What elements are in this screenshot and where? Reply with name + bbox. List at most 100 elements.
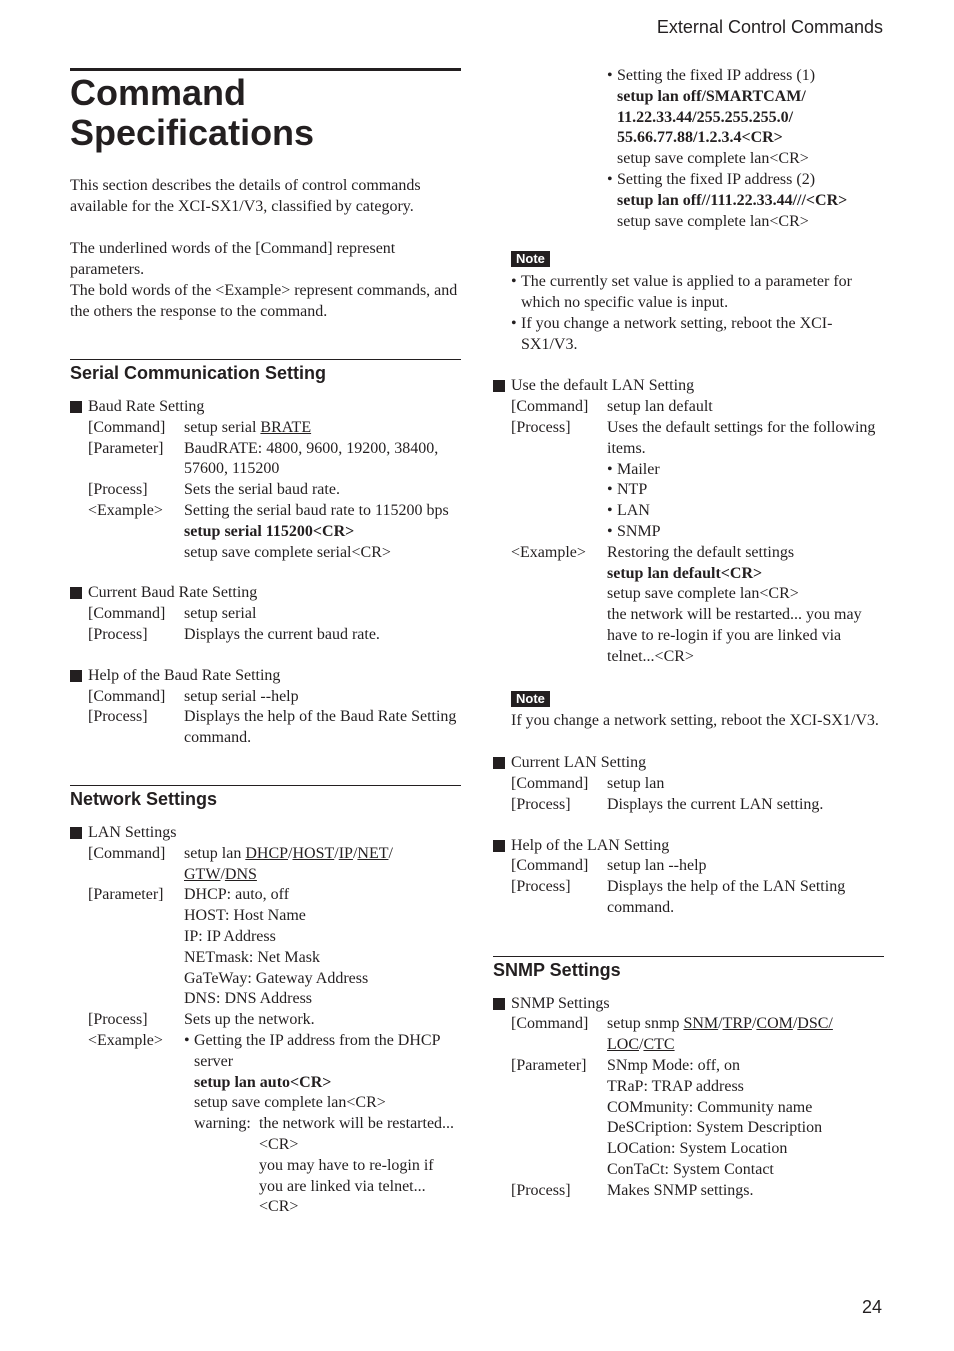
example-description: Getting the IP address from the DHCP ser… — [194, 1031, 440, 1070]
command-parameter: DNS — [224, 865, 257, 883]
label-parameter: [Parameter] — [88, 886, 164, 904]
item-title-text: Baud Rate Setting — [88, 398, 205, 415]
command-text: setup lan — [184, 844, 246, 862]
example-command: setup lan default<CR> — [607, 564, 763, 582]
label-process: [Process] — [511, 1181, 571, 1199]
process-row: [Process] Sets the serial baud rate. — [70, 480, 461, 501]
parameter-value: COMmunity: Community name — [607, 1098, 813, 1116]
command-parameter: LOC — [607, 1036, 639, 1054]
label-example: <Example> — [88, 1031, 163, 1049]
command-item-baud-rate-help: Help of the Baud Rate Setting [Command] s… — [70, 666, 461, 749]
parameter-list: SNmp Mode: off, on TRaP: TRAP address CO… — [607, 1056, 884, 1181]
process-value: Displays the current baud rate. — [184, 625, 380, 643]
label-command: [Command] — [88, 687, 166, 705]
example-bullet: Getting the IP address from the DHCP ser… — [184, 1031, 461, 1218]
command-parameter: NET — [357, 844, 389, 862]
item-title: Help of the LAN Setting — [493, 836, 884, 857]
example-response: setup save complete lan<CR> — [607, 585, 799, 603]
command-row: [Command] setup serial — [70, 604, 461, 625]
square-bullet-icon — [493, 757, 505, 770]
item-title: Current LAN Setting — [493, 753, 884, 774]
label-example: <Example> — [88, 501, 163, 519]
command-value: setup serial — [184, 605, 257, 623]
note-box: Note The currently set value is applied … — [493, 249, 884, 355]
command-item-current-lan: Current LAN Setting [Command] setup lan [… — [493, 753, 884, 815]
command-parameter: TRP — [722, 1015, 752, 1033]
process-value: Makes SNMP settings. — [607, 1181, 754, 1199]
process-row: [Process] Displays the current LAN settin… — [493, 795, 884, 816]
example-description: Restoring the default settings — [607, 543, 795, 561]
label-process: [Process] — [88, 1011, 148, 1029]
example-description: Setting the fixed IP address (1) — [617, 67, 816, 84]
section-heading-serial: Serial Communication Setting — [70, 359, 461, 383]
item-title: Use the default LAN Setting — [493, 376, 884, 397]
example-response: setup save complete serial<CR> — [184, 543, 391, 561]
parameter-value: IP: IP Address — [184, 927, 276, 945]
example-value: Setting the serial baud rate to 115200 b… — [184, 501, 461, 563]
square-bullet-icon — [493, 839, 505, 852]
right-column: Setting the fixed IP address (1) setup l… — [493, 66, 884, 1202]
command-value: setup serial BRATE — [184, 418, 461, 439]
process-text: Uses the default settings for the follow… — [607, 418, 876, 457]
parameter-row: [Parameter] BaudRATE: 4800, 9600, 19200, … — [70, 439, 461, 481]
note-text: If you change a network setting, reboot … — [511, 712, 879, 730]
label-command: [Command] — [88, 844, 166, 862]
example-response: the network will be restarted... you may… — [607, 606, 862, 665]
item-title: Current Baud Rate Setting — [70, 583, 461, 604]
default-item: SNMP — [607, 522, 884, 543]
item-title-text: Help of the Baud Rate Setting — [88, 666, 281, 684]
label-process: [Process] — [511, 795, 571, 813]
section-heading-snmp: SNMP Settings — [493, 955, 884, 980]
left-column: Command Specifications This section desc… — [70, 68, 461, 1218]
item-title: Help of the Baud Rate Setting — [70, 666, 461, 687]
command-parameter: DHCP — [245, 844, 289, 862]
process-value: Displays the current LAN setting. — [607, 795, 824, 813]
label-process: [Process] — [88, 708, 148, 726]
parameter-value: GaTeWay: Gateway Address — [184, 969, 369, 987]
command-parameter: COM — [756, 1015, 793, 1033]
warning-text: the network will be restarted...<CR> you… — [259, 1114, 461, 1218]
parameter-value: DHCP: auto, off — [184, 886, 290, 904]
item-title-text: Use the default LAN Setting — [511, 377, 695, 395]
warning-label: warning: — [194, 1115, 251, 1133]
default-item: Mailer — [607, 460, 884, 481]
parameter-value: NETmask: Net Mask — [184, 948, 320, 966]
intro: This section describes the details of co… — [70, 175, 461, 322]
item-title: LAN Settings — [70, 823, 461, 844]
label-command: [Command] — [511, 857, 589, 875]
example-bullet: Setting the fixed IP address (1) setup l… — [607, 66, 884, 170]
label-command: [Command] — [511, 398, 589, 416]
command-item-snmp: SNMP Settings [Command] setup snmp SNM/T… — [493, 994, 884, 1202]
command-item-current-baud-rate: Current Baud Rate Setting [Command] setup… — [70, 583, 461, 645]
command-parameter: HOST — [292, 844, 335, 862]
note-item: The currently set value is applied to a … — [511, 272, 884, 314]
example-warning: warning: the network will be restarted..… — [194, 1114, 461, 1218]
default-item: LAN — [607, 501, 884, 522]
command-row: [Command] setup lan default — [493, 397, 884, 418]
item-title-text: Current LAN Setting — [511, 754, 647, 772]
note-item: If you change a network setting, reboot … — [511, 314, 884, 356]
warning-line: the network will be restarted...<CR> — [259, 1115, 455, 1153]
default-item: NTP — [607, 480, 884, 501]
example-command: setup lan auto<CR> — [194, 1073, 332, 1091]
parameter-value: HOST: Host Name — [184, 907, 306, 925]
process-value: Displays the help of the LAN Setting com… — [607, 878, 846, 916]
command-parameter: GTW — [184, 865, 221, 883]
command-parameter: SNM — [683, 1015, 719, 1033]
intro-text: The bold words of the <Example> represen… — [70, 282, 458, 320]
parameter-value: DNS: DNS Address — [184, 990, 313, 1008]
parameter-list: DHCP: auto, off HOST: Host Name IP: IP A… — [184, 885, 461, 1010]
example-response: setup save complete lan<CR> — [617, 212, 809, 230]
command-value: setup serial --help — [184, 687, 299, 705]
page-number: 24 — [861, 1297, 882, 1317]
command-value: setup lan --help — [607, 857, 707, 875]
item-title-text: Help of the LAN Setting — [511, 836, 670, 854]
process-value: Uses the default settings for the follow… — [607, 418, 884, 543]
page-title-line-2: Specifications — [70, 112, 315, 153]
command-item-lan-settings: LAN Settings [Command] setup lan DHCP/HO… — [70, 823, 461, 1218]
label-process: [Process] — [88, 625, 148, 643]
process-row: [Process] Displays the help of the Baud R… — [70, 707, 461, 749]
command-value: setup snmp SNM/TRP/COM/DSC/LOC/CTC — [607, 1015, 833, 1054]
item-title: SNMP Settings — [493, 994, 884, 1015]
example-command: setup serial 115200<CR> — [184, 522, 355, 540]
